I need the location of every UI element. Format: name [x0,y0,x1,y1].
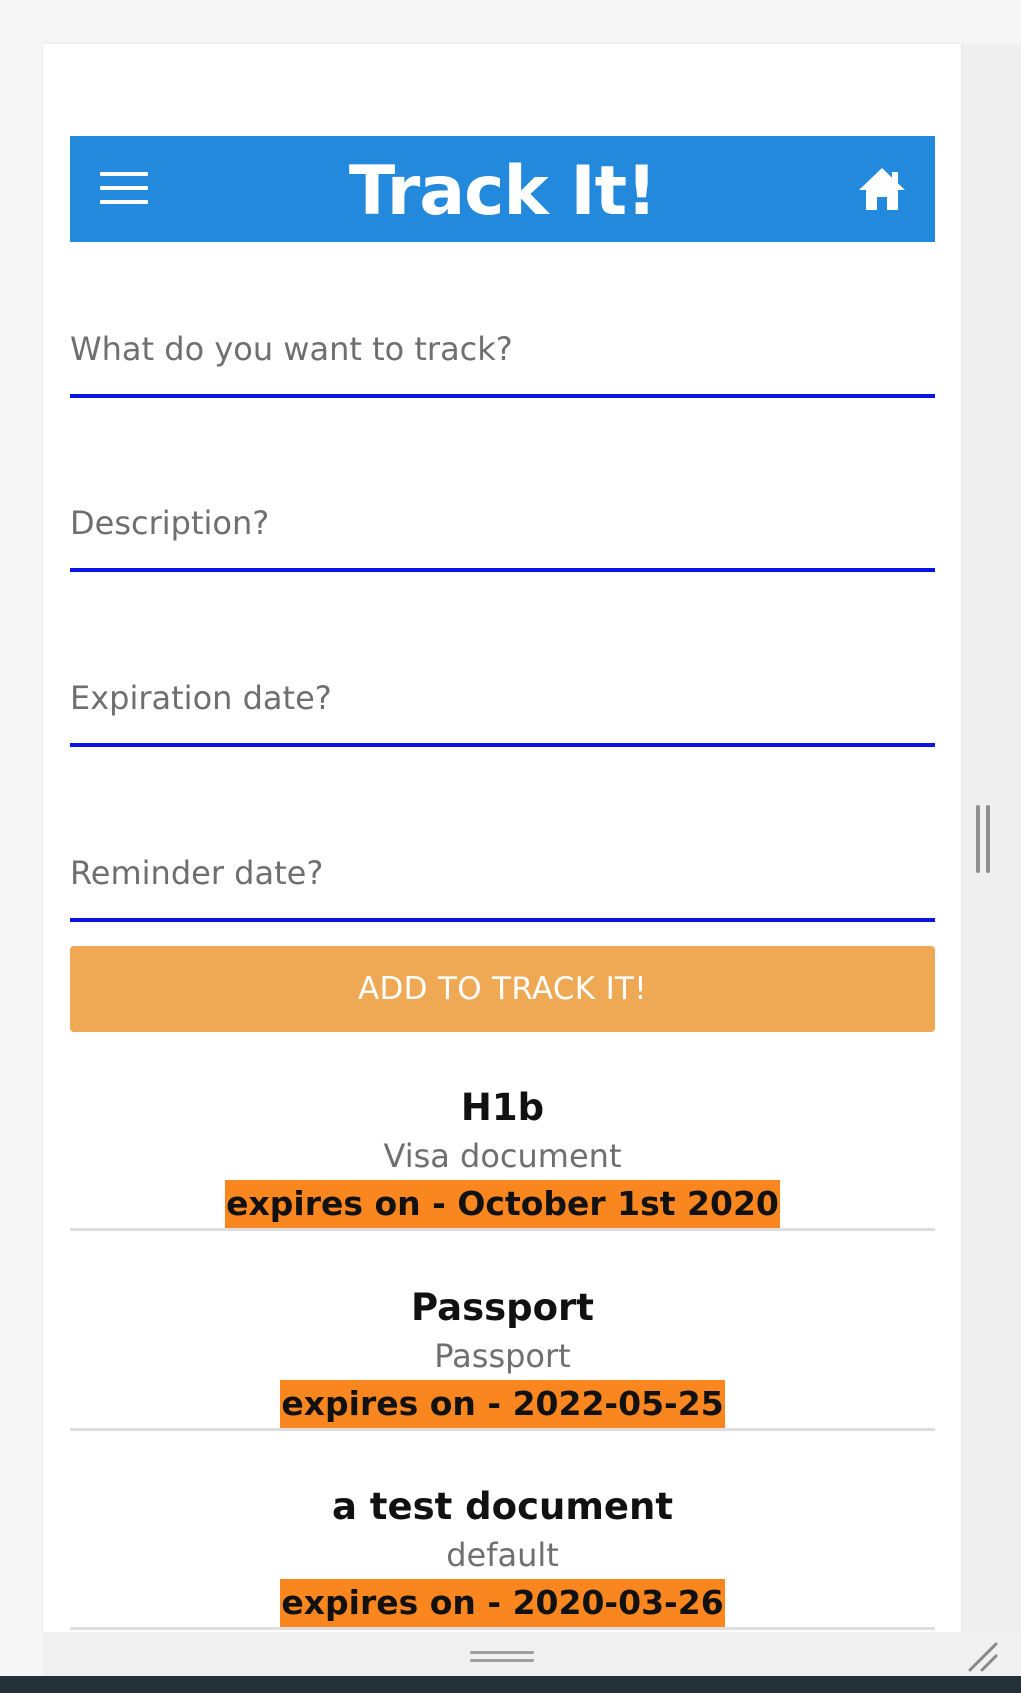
item-description: default [446,1536,559,1574]
item-description: Visa document [383,1137,622,1175]
reminder-date-input[interactable] [70,832,935,914]
item-expiry-badge: expires on - 2022-05-25 [280,1380,725,1428]
item-title: a test document [331,1485,674,1528]
list-item[interactable]: H1b Visa document expires on - October 1… [70,1084,935,1228]
app-header: Track It! [70,136,935,242]
item-description: Passport [434,1337,571,1375]
item-title: H1b [460,1086,545,1129]
app-title: Track It! [348,151,657,231]
side-resize-handle[interactable] [976,805,992,873]
hamburger-menu-icon[interactable] [100,172,148,206]
track-item-field [70,308,935,398]
expiration-date-field [70,657,935,747]
home-icon[interactable] [857,166,907,212]
browser-viewport: Track It! ADD TO TRACK IT! [0,0,1021,1693]
description-input[interactable] [70,482,935,564]
list-divider [70,1428,935,1431]
list-item[interactable]: Passport Passport expires on - 2022-05-2… [70,1284,935,1428]
track-item-underline [70,394,935,398]
description-underline [70,568,935,572]
description-field [70,482,935,572]
corner-resize-grip-icon[interactable] [966,1640,1002,1674]
item-expiry-badge: expires on - October 1st 2020 [225,1180,780,1228]
reminder-date-field [70,832,935,922]
list-item[interactable]: a test document default expires on - 202… [70,1483,935,1627]
expiration-date-input[interactable] [70,657,935,739]
list-divider [70,1228,935,1231]
list-divider [70,1627,935,1630]
add-to-track-it-button[interactable]: ADD TO TRACK IT! [70,946,935,1032]
item-expiry-badge: expires on - 2020-03-26 [280,1579,725,1627]
app-screen: Track It! ADD TO TRACK IT! [43,44,961,1632]
taskbar [0,1676,1021,1693]
bottom-resize-handle[interactable] [470,1651,534,1665]
reminder-date-underline [70,918,935,922]
item-title: Passport [411,1286,594,1329]
track-item-input[interactable] [70,308,935,390]
expiration-date-underline [70,743,935,747]
